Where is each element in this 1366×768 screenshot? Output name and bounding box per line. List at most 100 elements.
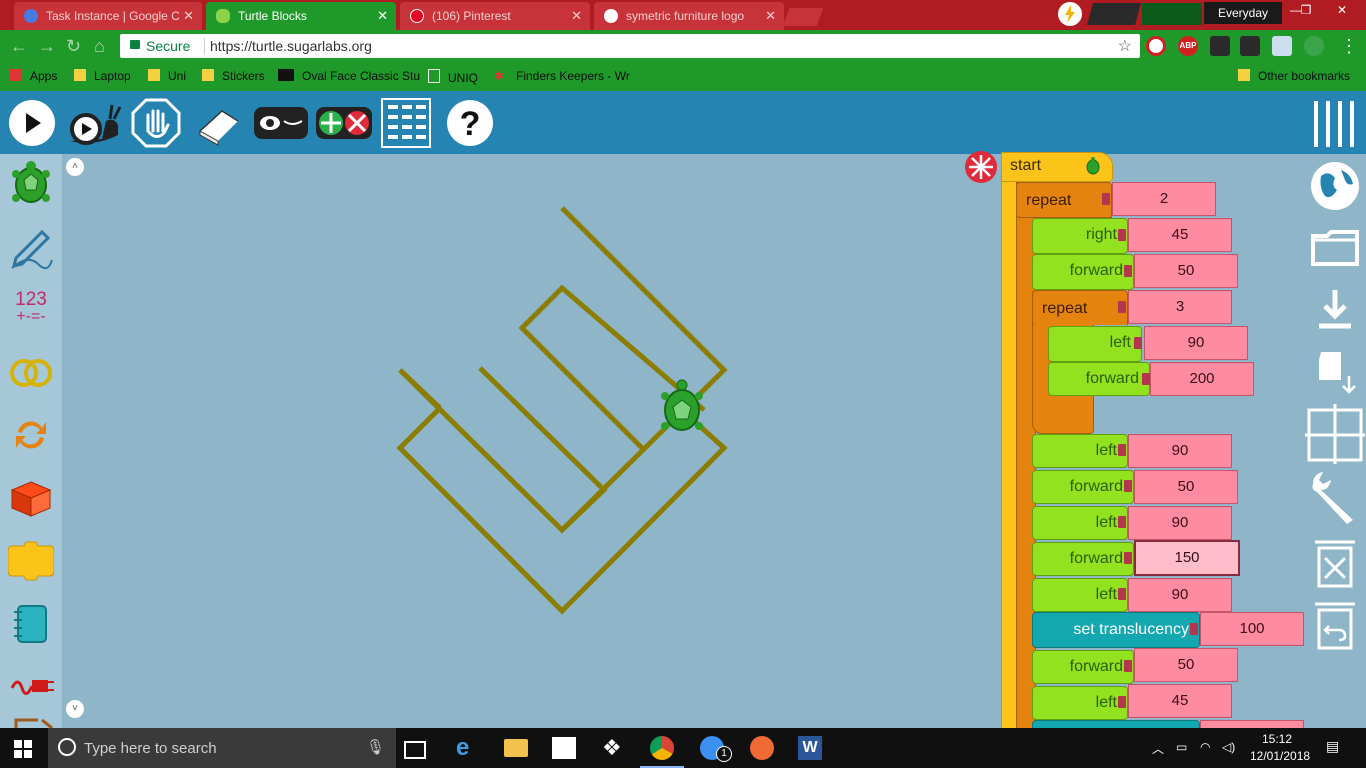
forward-distance-value-selected[interactable]: 150 [1134,540,1240,576]
palette-number[interactable]: 123 +-=- [8,290,54,336]
left-block[interactable]: left [1032,434,1128,468]
battery-icon[interactable]: ▭ [1176,740,1187,754]
run-slow-button[interactable] [66,97,122,149]
taskbar-search-box[interactable]: Type here to search 🎙 [48,728,396,768]
forward-block[interactable]: forward [1032,542,1134,576]
close-icon[interactable]: ✕ [377,2,388,30]
palette-action[interactable] [7,536,55,582]
aux-menu-button[interactable] [1308,97,1360,149]
dropbox-icon[interactable]: ❖ [602,736,626,760]
back-icon[interactable]: ← [10,36,28,57]
help-button[interactable]: ? [444,97,496,149]
close-icon[interactable]: ✕ [183,2,194,30]
left-block[interactable]: left [1032,506,1128,540]
camera-extension-icon[interactable] [1272,36,1292,56]
grid-toggle-button[interactable] [1305,404,1365,464]
forward-block[interactable]: forward [1048,362,1150,396]
forward-block[interactable]: forward [1032,254,1134,290]
translucency-value[interactable]: 100 [1200,612,1304,646]
forward-distance-value[interactable]: 50 [1134,470,1238,504]
left-angle-value[interactable]: 45 [1128,684,1232,718]
tray-chevron-icon[interactable]: ︿ [1152,740,1164,757]
microphone-icon[interactable]: 🎙 [366,738,385,756]
store-icon[interactable] [552,737,576,759]
wifi-icon[interactable]: ◠ [1200,740,1210,754]
palette-pen[interactable] [8,224,54,270]
bookmark-other[interactable]: Other bookmarks [1238,69,1350,83]
tab-turtle-blocks[interactable]: Turtle Blocks ✕ [206,2,396,30]
bookmark-apps[interactable]: Apps [10,69,57,83]
tab-pinterest[interactable]: (106) Pinterest ✕ [400,2,590,30]
clock-time[interactable]: 15:12 [1262,732,1292,746]
clear-button[interactable] [192,97,244,149]
palette-boolean[interactable] [8,350,54,396]
palette-sensors[interactable] [8,714,54,728]
chrome-menu-icon[interactable]: ⋮ [1340,36,1358,57]
repeat-count-value[interactable]: 2 [1112,182,1216,216]
collapse-blocks-button[interactable] [314,97,374,149]
omnibox[interactable]: Secure https://turtle.sugarlabs.org ☆ [120,34,1140,58]
tab-symetric-furniture[interactable]: symetric furniture logo ✕ [594,2,784,30]
word-icon[interactable]: W [798,736,822,760]
save-button[interactable] [1305,282,1365,338]
left-block[interactable]: left [1048,326,1142,362]
task-view-icon[interactable] [404,741,426,759]
volume-icon[interactable]: ◁) [1222,740,1235,754]
grid-view-button[interactable] [380,97,432,149]
palette-turtle[interactable] [8,160,54,206]
home-icon[interactable]: ⌂ [94,36,105,57]
close-icon[interactable]: ✕ [765,2,776,30]
bookmark-stickers[interactable]: Stickers [202,69,265,83]
bookmark-star-icon[interactable]: ☆ [1118,36,1132,56]
windows-start-icon[interactable] [14,740,32,758]
edge-icon[interactable]: e [456,736,480,760]
start-block[interactable]: start [1001,152,1113,182]
bookmark-laptop[interactable]: Laptop [74,69,131,83]
repeat-count-value[interactable]: 3 [1128,290,1232,324]
profile-name-badge[interactable]: Everyday [1204,2,1282,24]
forward-block[interactable]: forward [1032,470,1134,504]
bookmark-uni[interactable]: Uni [148,69,186,83]
left-angle-value[interactable]: 90 [1128,434,1232,468]
checklist-extension-icon[interactable] [1210,36,1230,56]
forward-icon[interactable]: → [38,36,56,57]
open-project-button[interactable] [1305,220,1365,276]
shield-extension-icon[interactable] [1146,36,1166,56]
palette-flow[interactable] [8,412,54,458]
right-angle-value[interactable]: 45 [1128,218,1232,252]
bookmark-oval-face[interactable]: Oval Face Classic Stu [278,69,420,83]
right-block[interactable]: right [1032,218,1128,254]
new-tab-button[interactable] [782,8,824,26]
forward-distance-value[interactable]: 50 [1134,648,1238,682]
reload-icon[interactable]: ↻ [66,36,81,57]
repeat-block-outer[interactable]: repeat [1016,182,1112,218]
repeat-block-inner[interactable]: repeat [1032,290,1128,325]
forward-distance-value[interactable]: 200 [1150,362,1254,396]
bookmark-uniq[interactable]: UNIQ [428,69,478,85]
left-angle-value[interactable]: 90 [1144,326,1248,360]
url-text[interactable]: https://turtle.sugarlabs.org [210,38,372,54]
window-close-icon[interactable]: ✕ [1326,0,1358,20]
palette-extras[interactable] [8,600,54,646]
restore-trash-button[interactable] [1305,596,1365,652]
checklist2-extension-icon[interactable] [1240,36,1260,56]
bookmark-finders-keepers[interactable]: ✱ Finders Keepers - Wr [494,69,630,83]
left-angle-value[interactable]: 90 [1128,578,1232,612]
clock-date[interactable]: 12/01/2018 [1250,749,1310,763]
new-project-button[interactable] [1305,346,1365,402]
stop-button[interactable] [130,97,182,149]
planet-button[interactable] [1305,156,1365,212]
palette-box[interactable] [8,474,54,520]
left-block[interactable]: left [1032,686,1128,720]
close-icon[interactable]: ✕ [571,2,582,30]
left-angle-value[interactable]: 90 [1128,506,1232,540]
hide-blocks-button[interactable] [252,97,310,149]
empty-trash-button[interactable] [1305,534,1365,590]
flash-extension-icon[interactable] [1058,2,1082,26]
forward-block[interactable]: forward [1032,650,1134,684]
set-translucency-block[interactable]: set translucency [1032,612,1200,648]
grammarly-extension-icon[interactable] [1304,36,1324,56]
adblock-icon[interactable]: ABP [1178,36,1198,56]
palette-media[interactable] [8,662,54,708]
stack-collapse-button[interactable] [964,150,998,184]
